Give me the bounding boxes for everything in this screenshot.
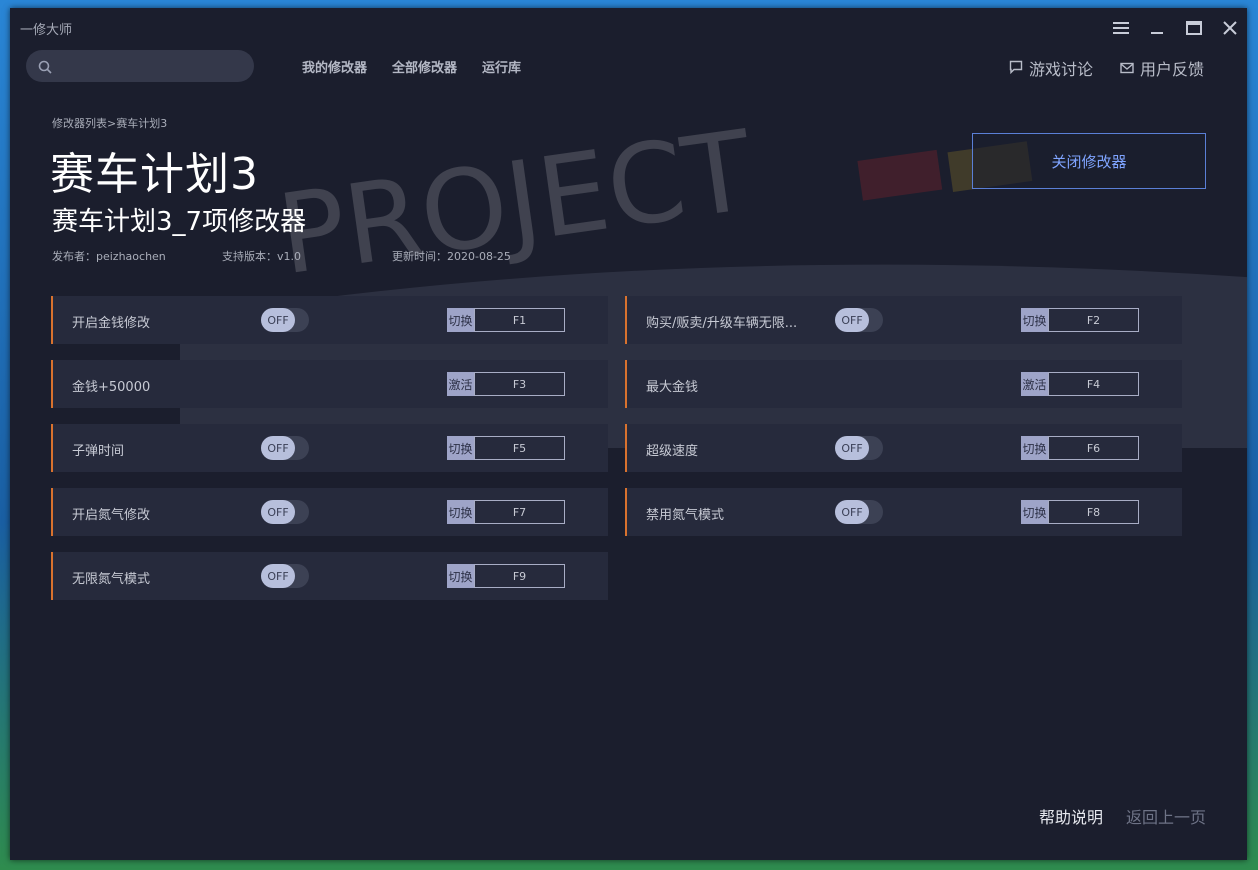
cheat-toggle[interactable]: OFF [261,500,309,524]
hotkey-control[interactable]: 切换 F9 [447,564,565,588]
cheat-row: 开启金钱修改 OFF 切换 F1 [51,296,608,344]
game-discussion-label: 游戏讨论 [1029,60,1094,79]
hotkey-control[interactable]: 激活 F4 [1021,372,1139,396]
hotkey-key[interactable]: F1 [474,308,565,332]
cheat-row: 金钱+50000 激活 F3 [51,360,608,408]
cheat-toggle[interactable]: OFF [835,500,883,524]
app-title: 一修大师 [20,23,73,38]
update-time-info: 更新时间：2020-08-25 [392,250,511,263]
toggle-state: OFF [835,436,869,460]
nav-all-trainers[interactable]: 全部修改器 [392,57,457,76]
cheat-row: 开启氮气修改 OFF 切换 F7 [51,488,608,536]
hotkey-control[interactable]: 激活 F3 [447,372,565,396]
chat-icon [1009,59,1023,78]
toggle-state: OFF [261,308,295,332]
search-input[interactable] [60,56,244,78]
cheat-label: 购买/贩卖/升级车辆无限... [646,316,798,331]
hotkey-control[interactable]: 切换 F6 [1021,436,1139,460]
version-info: 支持版本：v1.0 [222,250,302,263]
hotkey-control[interactable]: 切换 F5 [447,436,565,460]
maximize-icon[interactable] [1182,16,1206,40]
hotkey-action: 切换 [447,564,474,588]
cheat-row: 超级速度 OFF 切换 F6 [625,424,1182,472]
game-discussion-link[interactable]: 游戏讨论 [1009,56,1093,80]
toggle-state: OFF [261,500,295,524]
cheat-label: 开启金钱修改 [72,316,151,331]
close-trainer-button[interactable]: 关闭修改器 [972,133,1206,189]
cheat-row: 无限氮气模式 OFF 切换 F9 [51,552,608,600]
cheat-toggle[interactable]: OFF [835,436,883,460]
hotkey-key[interactable]: F9 [474,564,565,588]
search-icon [38,59,52,78]
title-bar: 一修大师 [10,8,1247,48]
hotkey-action: 切换 [1021,308,1048,332]
cheat-row: 购买/贩卖/升级车辆无限... OFF 切换 F2 [625,296,1182,344]
toggle-state: OFF [261,564,295,588]
back-link[interactable]: 返回上一页 [1126,804,1206,828]
breadcrumb-list-link[interactable]: 修改器列表 [52,117,107,130]
breadcrumb-current: 赛车计划3 [116,117,168,130]
help-link[interactable]: 帮助说明 [1039,804,1103,828]
trainer-title: 赛车计划3_7项修改器 [52,207,307,237]
cheat-toggle[interactable]: OFF [261,564,309,588]
cheat-label: 子弹时间 [72,444,125,459]
cheat-label: 无限氮气模式 [72,572,151,587]
cheat-label: 最大金钱 [646,380,699,395]
cheat-toggle[interactable]: OFF [261,308,309,332]
hotkey-action: 切换 [447,436,474,460]
cheat-label: 金钱+50000 [72,380,151,395]
hotkey-key[interactable]: F7 [474,500,565,524]
breadcrumb-separator: > [107,117,117,130]
nav-runtime[interactable]: 运行库 [482,57,521,76]
toggle-state: OFF [261,436,295,460]
cheat-row: 禁用氮气模式 OFF 切换 F8 [625,488,1182,536]
breadcrumb: 修改器列表>赛车计划3 [52,115,167,131]
hotkey-control[interactable]: 切换 F1 [447,308,565,332]
hotkey-key[interactable]: F3 [474,372,565,396]
cheat-label: 禁用氮气模式 [646,508,725,523]
hotkey-control[interactable]: 切换 F7 [447,500,565,524]
cheat-label: 超级速度 [646,444,699,459]
publisher-info: 发布者：peizhaochen [52,250,166,263]
hotkey-action: 切换 [447,308,474,332]
search-box[interactable] [26,50,254,82]
mail-icon [1120,59,1134,78]
toggle-state: OFF [835,308,869,332]
hotkey-key[interactable]: F6 [1048,436,1139,460]
user-feedback-label: 用户反馈 [1140,60,1205,79]
hotkey-action: 切换 [1021,436,1048,460]
user-feedback-link[interactable]: 用户反馈 [1120,56,1204,80]
hotkey-key[interactable]: F2 [1048,308,1139,332]
close-window-icon[interactable] [1218,16,1242,40]
app-window: PROJECT 一修大师 我的修改器 全部修改器 运行库 游戏讨论 用户反馈 修… [10,8,1247,860]
cheat-row: 最大金钱 激活 F4 [625,360,1182,408]
hotkey-action: 切换 [1021,500,1048,524]
hotkey-action: 激活 [447,372,474,396]
hotkey-control[interactable]: 切换 F2 [1021,308,1139,332]
cheat-label: 开启氮气修改 [72,508,151,523]
hotkey-key[interactable]: F8 [1048,500,1139,524]
hotkey-control[interactable]: 切换 F8 [1021,500,1139,524]
hotkey-action: 切换 [447,500,474,524]
cheat-row: 子弹时间 OFF 切换 F5 [51,424,608,472]
hotkey-action: 激活 [1021,372,1048,396]
svg-text:PROJECT: PROJECT [271,118,760,299]
toggle-state: OFF [835,500,869,524]
nav-my-trainers[interactable]: 我的修改器 [302,57,367,76]
hotkey-key[interactable]: F5 [474,436,565,460]
hotkey-key[interactable]: F4 [1048,372,1139,396]
cheat-toggle[interactable]: OFF [261,436,309,460]
cheat-toggle[interactable]: OFF [835,308,883,332]
minimize-icon[interactable] [1146,16,1170,40]
game-title: 赛车计划3 [50,149,259,200]
menu-icon[interactable] [1109,16,1133,40]
